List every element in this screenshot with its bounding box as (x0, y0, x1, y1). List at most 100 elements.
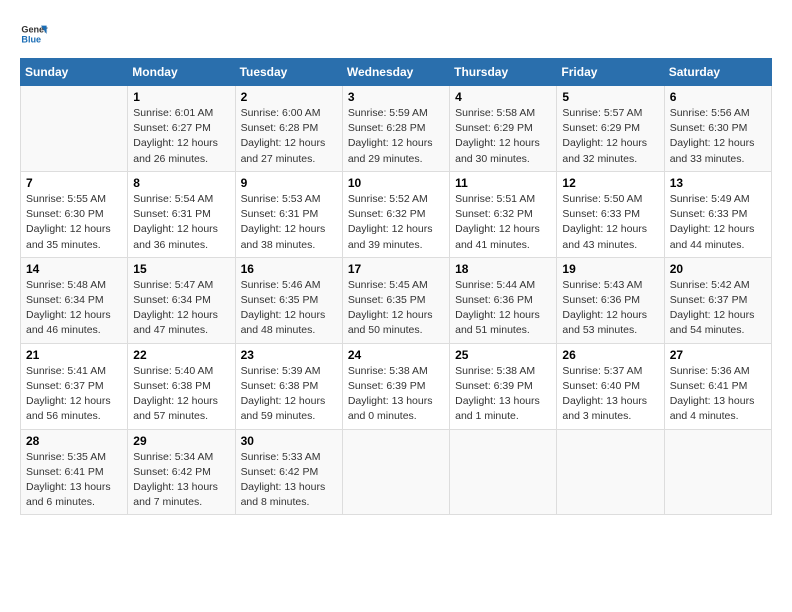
day-number: 26 (562, 348, 658, 362)
day-info: Sunrise: 5:56 AMSunset: 6:30 PMDaylight:… (670, 106, 766, 167)
day-number: 1 (133, 90, 229, 104)
day-number: 23 (241, 348, 337, 362)
day-info: Sunrise: 5:51 AMSunset: 6:32 PMDaylight:… (455, 192, 551, 253)
header-day: Wednesday (342, 59, 449, 86)
day-number: 17 (348, 262, 444, 276)
day-info: Sunrise: 5:48 AMSunset: 6:34 PMDaylight:… (26, 278, 122, 339)
day-cell: 8Sunrise: 5:54 AMSunset: 6:31 PMDaylight… (128, 171, 235, 257)
day-cell: 19 Sunrise: 5:43 AMSunset: 6:36 PMDayligh… (557, 257, 664, 343)
day-number: 11 (455, 176, 551, 190)
day-cell: 15 Sunrise: 5:47 AMSunset: 6:34 PMDayligh… (128, 257, 235, 343)
day-info: Sunrise: 5:45 AMSunset: 6:35 PMDaylight:… (348, 278, 444, 339)
day-info: Sunrise: 5:59 AMSunset: 6:28 PMDaylight:… (348, 106, 444, 167)
day-info: Sunrise: 5:38 AMSunset: 6:39 PMDaylight:… (455, 364, 551, 425)
day-number: 29 (133, 434, 229, 448)
day-cell: 13 Sunrise: 5:49 AMSunset: 6:33 PMDayligh… (664, 171, 771, 257)
day-number: 19 (562, 262, 658, 276)
day-cell: 14 Sunrise: 5:48 AMSunset: 6:34 PMDayligh… (21, 257, 128, 343)
day-info: Sunrise: 5:44 AMSunset: 6:36 PMDaylight:… (455, 278, 551, 339)
day-info: Sunrise: 6:00 AMSunset: 6:28 PMDaylight:… (241, 106, 337, 167)
day-number: 22 (133, 348, 229, 362)
day-info: Sunrise: 5:53 AMSunset: 6:31 PMDaylight:… (241, 192, 337, 253)
day-cell: 20 Sunrise: 5:42 AMSunset: 6:37 PMDayligh… (664, 257, 771, 343)
day-info: Sunrise: 5:46 AMSunset: 6:35 PMDaylight:… (241, 278, 337, 339)
day-info: Sunrise: 5:35 AMSunset: 6:41 PMDaylight:… (26, 450, 122, 511)
day-cell: 23 Sunrise: 5:39 AMSunset: 6:38 PMDayligh… (235, 343, 342, 429)
logo: General Blue (20, 20, 52, 48)
day-number: 12 (562, 176, 658, 190)
day-info: Sunrise: 5:34 AMSunset: 6:42 PMDaylight:… (133, 450, 229, 511)
day-number: 15 (133, 262, 229, 276)
day-cell: 27 Sunrise: 5:36 AMSunset: 6:41 PMDayligh… (664, 343, 771, 429)
header-day: Friday (557, 59, 664, 86)
day-number: 9 (241, 176, 337, 190)
day-info: Sunrise: 5:41 AMSunset: 6:37 PMDaylight:… (26, 364, 122, 425)
day-number: 21 (26, 348, 122, 362)
week-row: 28Sunrise: 5:35 AMSunset: 6:41 PMDayligh… (21, 429, 772, 515)
day-cell (557, 429, 664, 515)
day-info: Sunrise: 5:40 AMSunset: 6:38 PMDaylight:… (133, 364, 229, 425)
day-cell (450, 429, 557, 515)
day-cell: 11 Sunrise: 5:51 AMSunset: 6:32 PMDayligh… (450, 171, 557, 257)
day-info: Sunrise: 5:36 AMSunset: 6:41 PMDaylight:… (670, 364, 766, 425)
day-number: 3 (348, 90, 444, 104)
day-number: 10 (348, 176, 444, 190)
day-number: 16 (241, 262, 337, 276)
header-day: Tuesday (235, 59, 342, 86)
day-number: 20 (670, 262, 766, 276)
day-cell: 18 Sunrise: 5:44 AMSunset: 6:36 PMDayligh… (450, 257, 557, 343)
day-cell: 21 Sunrise: 5:41 AMSunset: 6:37 PMDayligh… (21, 343, 128, 429)
day-number: 24 (348, 348, 444, 362)
day-cell: 30Sunrise: 5:33 AMSunset: 6:42 PMDayligh… (235, 429, 342, 515)
day-info: Sunrise: 5:38 AMSunset: 6:39 PMDaylight:… (348, 364, 444, 425)
day-number: 18 (455, 262, 551, 276)
day-cell: 1 Sunrise: 6:01 AMSunset: 6:27 PMDaylight… (128, 86, 235, 172)
day-cell: 25 Sunrise: 5:38 AMSunset: 6:39 PMDayligh… (450, 343, 557, 429)
day-cell: 2 Sunrise: 6:00 AMSunset: 6:28 PMDaylight… (235, 86, 342, 172)
day-cell: 3 Sunrise: 5:59 AMSunset: 6:28 PMDaylight… (342, 86, 449, 172)
day-cell: 10 Sunrise: 5:52 AMSunset: 6:32 PMDayligh… (342, 171, 449, 257)
header-day: Saturday (664, 59, 771, 86)
day-info: Sunrise: 5:47 AMSunset: 6:34 PMDaylight:… (133, 278, 229, 339)
day-info: Sunrise: 5:54 AMSunset: 6:31 PMDaylight:… (133, 192, 229, 253)
day-cell: 17 Sunrise: 5:45 AMSunset: 6:35 PMDayligh… (342, 257, 449, 343)
day-cell: 4 Sunrise: 5:58 AMSunset: 6:29 PMDaylight… (450, 86, 557, 172)
day-info: Sunrise: 6:01 AMSunset: 6:27 PMDaylight:… (133, 106, 229, 167)
calendar-table: SundayMondayTuesdayWednesdayThursdayFrid… (20, 58, 772, 515)
day-info: Sunrise: 5:57 AMSunset: 6:29 PMDaylight:… (562, 106, 658, 167)
day-info: Sunrise: 5:52 AMSunset: 6:32 PMDaylight:… (348, 192, 444, 253)
day-cell (21, 86, 128, 172)
logo-icon: General Blue (20, 20, 48, 48)
week-row: 1 Sunrise: 6:01 AMSunset: 6:27 PMDaylight… (21, 86, 772, 172)
day-number: 13 (670, 176, 766, 190)
day-info: Sunrise: 5:49 AMSunset: 6:33 PMDaylight:… (670, 192, 766, 253)
week-row: 21 Sunrise: 5:41 AMSunset: 6:37 PMDayligh… (21, 343, 772, 429)
day-cell: 16 Sunrise: 5:46 AMSunset: 6:35 PMDayligh… (235, 257, 342, 343)
day-number: 14 (26, 262, 122, 276)
day-cell: 9 Sunrise: 5:53 AMSunset: 6:31 PMDaylight… (235, 171, 342, 257)
header: General Blue (20, 20, 772, 48)
header-day: Thursday (450, 59, 557, 86)
day-cell: 12Sunrise: 5:50 AMSunset: 6:33 PMDayligh… (557, 171, 664, 257)
day-cell (664, 429, 771, 515)
svg-text:Blue: Blue (21, 34, 41, 44)
day-cell: 7Sunrise: 5:55 AMSunset: 6:30 PMDaylight… (21, 171, 128, 257)
day-info: Sunrise: 5:43 AMSunset: 6:36 PMDaylight:… (562, 278, 658, 339)
day-number: 5 (562, 90, 658, 104)
day-info: Sunrise: 5:33 AMSunset: 6:42 PMDaylight:… (241, 450, 337, 511)
day-info: Sunrise: 5:37 AMSunset: 6:40 PMDaylight:… (562, 364, 658, 425)
day-number: 2 (241, 90, 337, 104)
day-number: 25 (455, 348, 551, 362)
day-info: Sunrise: 5:39 AMSunset: 6:38 PMDaylight:… (241, 364, 337, 425)
day-cell: 24 Sunrise: 5:38 AMSunset: 6:39 PMDayligh… (342, 343, 449, 429)
header-day: Sunday (21, 59, 128, 86)
week-row: 7Sunrise: 5:55 AMSunset: 6:30 PMDaylight… (21, 171, 772, 257)
day-cell: 28Sunrise: 5:35 AMSunset: 6:41 PMDayligh… (21, 429, 128, 515)
day-number: 6 (670, 90, 766, 104)
header-row: SundayMondayTuesdayWednesdayThursdayFrid… (21, 59, 772, 86)
day-number: 4 (455, 90, 551, 104)
day-cell: 22 Sunrise: 5:40 AMSunset: 6:38 PMDayligh… (128, 343, 235, 429)
day-info: Sunrise: 5:58 AMSunset: 6:29 PMDaylight:… (455, 106, 551, 167)
day-number: 27 (670, 348, 766, 362)
day-info: Sunrise: 5:42 AMSunset: 6:37 PMDaylight:… (670, 278, 766, 339)
